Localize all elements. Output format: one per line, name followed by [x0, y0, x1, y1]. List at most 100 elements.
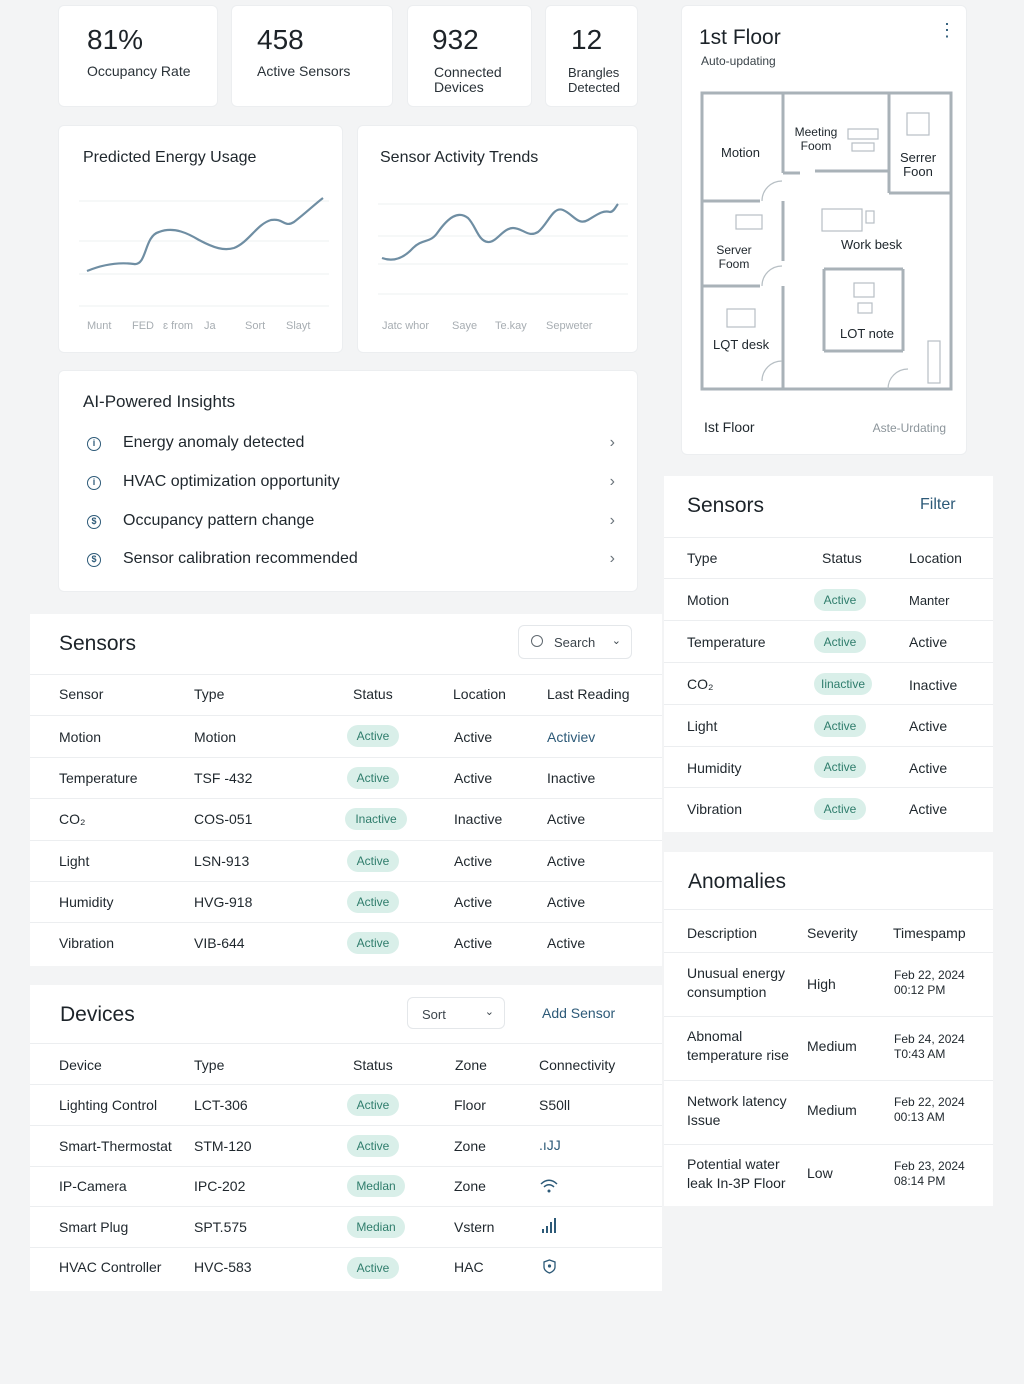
stat-card-sensors: 458 Active Sensors: [231, 5, 393, 107]
table-row[interactable]: Smart Plug SPT.575 Median Vstern: [30, 1207, 662, 1247]
table-row[interactable]: Network latency Issue Medium Feb 22, 202…: [664, 1081, 993, 1144]
status-badge: Active: [347, 891, 399, 913]
column-header: Status: [353, 686, 393, 702]
stat-value: 932: [432, 24, 479, 55]
table-row[interactable]: CO₂ Iinactive Inactive: [664, 663, 993, 705]
floor-plan-card: 1st Floor Auto-updating ⋮ Motion Meeting…: [681, 5, 967, 455]
x-tick: FED: [132, 320, 154, 332]
status-badge: Active: [347, 725, 399, 747]
anomaly-timestamp: Feb 22, 2024 00:12 PM: [894, 968, 965, 997]
anomaly-timestamp: Feb 23, 2024 08:14 PM: [894, 1159, 965, 1188]
table-row[interactable]: Unusual energy consumption High Feb 22, …: [664, 953, 993, 1016]
device-zone: Vstern: [454, 1219, 495, 1235]
energy-chart: [79, 197, 329, 307]
device-zone: HAC: [454, 1259, 484, 1275]
status-badge: Active: [347, 850, 399, 872]
sensor-name: Humidity: [59, 894, 114, 910]
device-name: HVAC Controller: [59, 1259, 162, 1275]
table-row[interactable]: Humidity HVG-918 Active Active Active: [30, 882, 662, 923]
device-zone: Zone: [454, 1178, 486, 1194]
status-badge: Iinactive: [814, 673, 872, 695]
shield-icon: [543, 1259, 556, 1274]
last-reading: Active: [547, 935, 586, 951]
status-badge: Active: [347, 1257, 399, 1279]
status-badge: Active: [814, 589, 866, 611]
sensor-location: Active: [909, 634, 948, 650]
last-reading: Active: [547, 853, 586, 869]
column-header: Severity: [807, 925, 858, 941]
sensor-name: Vibration: [59, 935, 115, 951]
devices-panel: Devices Sort ⌄ Add Sensor Device Type St…: [30, 985, 662, 1291]
insight-text: Energy anomaly detected: [123, 434, 305, 451]
stat-value: 81%: [87, 24, 144, 55]
sensor-location: Active: [909, 718, 948, 734]
status-badge: Medlan: [347, 1175, 405, 1197]
chart-title: Sensor Activity Trends: [380, 149, 539, 166]
device-type: STM-120: [194, 1138, 252, 1154]
status-badge: Median: [347, 1216, 405, 1238]
table-row[interactable]: CO₂ COS-051 Inactive Inactive Active: [30, 799, 662, 841]
table-row[interactable]: Light Active Active: [664, 705, 993, 746]
insight-item[interactable]: i Energy anomaly detected ›: [87, 434, 615, 458]
more-options-icon[interactable]: ⋮: [938, 21, 956, 39]
sensor-location: Active: [454, 894, 493, 910]
section-title: Sensors: [687, 494, 765, 517]
sensor-location: Active: [909, 760, 948, 776]
insight-item[interactable]: $ Sensor calibration recommended ›: [87, 550, 615, 574]
section-title: Sensors: [59, 632, 137, 655]
room-label: Server Foom: [716, 243, 752, 271]
table-row[interactable]: Potential water leak In-3P Floor Low Feb…: [664, 1145, 993, 1206]
device-connectivity: S50ll: [539, 1097, 571, 1113]
anomaly-severity: Medium: [807, 1038, 857, 1054]
activity-line: [381, 203, 619, 261]
sensor-name: Light: [59, 853, 90, 869]
anomaly-timestamp: Feb 22, 2024 00:13 AM: [894, 1095, 965, 1124]
table-row[interactable]: Humidity Active Active: [664, 747, 993, 788]
add-sensor-button[interactable]: Add Sensor: [542, 1005, 615, 1021]
sensor-type: Motion: [194, 729, 237, 745]
filter-button[interactable]: Filter: [920, 496, 956, 514]
column-header: Zone: [455, 1057, 487, 1073]
chevron-right-icon: ›: [609, 512, 615, 529]
device-name: Smart Plug: [59, 1219, 129, 1235]
table-row[interactable]: Temperature TSF -432 Active Active Inact…: [30, 758, 662, 799]
last-reading: Active: [547, 811, 586, 827]
column-header: Status: [822, 550, 862, 566]
room-label: LQT desk: [713, 337, 770, 352]
anomalies-panel: Anomalies Description Severity Timespamp…: [664, 852, 993, 1206]
table-row[interactable]: Lighting Control LCT-306 Active Floor S5…: [30, 1085, 662, 1125]
table-row[interactable]: Temperature Active Active: [664, 621, 993, 663]
table-row[interactable]: Abnomal temperature rise Medium Feb 24, …: [664, 1017, 993, 1080]
anomaly-severity: High: [807, 976, 836, 992]
floor-footer-status: Aste-Urdating: [872, 421, 946, 435]
table-row[interactable]: IP-Camera IPC-202 Medlan Zone: [30, 1167, 662, 1207]
table-row[interactable]: Motion Motion Active Active Activiev: [30, 716, 662, 757]
table-row[interactable]: Vibration VIB-644 Active Active Active: [30, 923, 662, 964]
stat-card-detected: 12 Brangles Detected: [545, 5, 638, 107]
search-dropdown[interactable]: Search ⌄: [518, 625, 632, 659]
table-row[interactable]: Smart-Thermostat STM-120 Active Zone .ıJ…: [30, 1126, 662, 1166]
insight-text: Occupancy pattern change: [123, 512, 315, 529]
floor-subtitle: Auto-updating: [701, 54, 776, 68]
table-row[interactable]: Light LSN-913 Active Active Active: [30, 841, 662, 882]
sensor-type: HVG-918: [194, 894, 253, 910]
search-label: Search: [554, 635, 596, 650]
column-header: Type: [687, 550, 718, 566]
device-type: IPC-202: [194, 1178, 246, 1194]
table-row[interactable]: Motion Active Manter: [664, 579, 993, 621]
anomaly-timestamp: Feb 24, 2024 T0:43 AM: [894, 1032, 965, 1061]
column-header: Location: [909, 550, 962, 566]
insight-item[interactable]: $ Occupancy pattern change ›: [87, 512, 615, 536]
energy-line: [86, 197, 324, 273]
sensor-type: Light: [687, 718, 718, 734]
chart-title: Predicted Energy Usage: [83, 149, 257, 166]
sort-dropdown[interactable]: Sort ⌄: [407, 997, 505, 1029]
status-badge: Active: [814, 715, 866, 737]
table-row[interactable]: Vibration Active Active: [664, 788, 993, 830]
sensor-name: CO₂: [59, 811, 86, 827]
room-label: LOT note: [840, 326, 894, 341]
table-row[interactable]: HVAC Controller HVC-583 Active HAC: [30, 1248, 662, 1288]
insight-item[interactable]: i HVAC optimization opportunity ›: [87, 473, 615, 497]
sensor-type: Vibration: [687, 801, 743, 817]
room-label: Work besk: [841, 237, 903, 252]
